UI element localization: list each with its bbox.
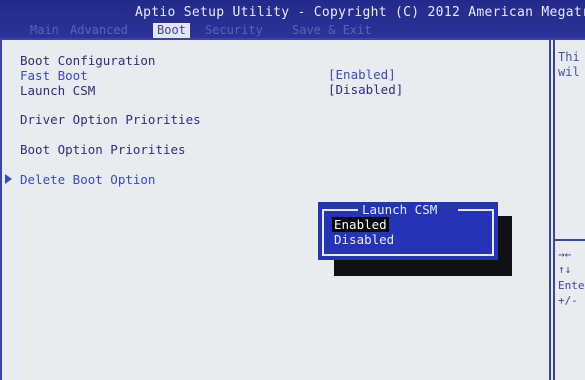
help-separator — [555, 239, 585, 241]
tab-save-exit[interactable]: Save & Exit — [292, 23, 371, 38]
delete-boot-option[interactable]: Delete Boot Option — [20, 172, 155, 187]
app-title: Aptio Setup Utility - Copyright (C) 2012… — [135, 5, 585, 20]
fast-boot-label[interactable]: Fast Boot — [20, 68, 88, 83]
pane-left-border — [0, 38, 2, 380]
tab-boot[interactable]: Boot — [153, 23, 190, 38]
boot-option-priorities[interactable]: Boot Option Priorities — [20, 142, 186, 157]
title-bar: Aptio Setup Utility - Copyright (C) 2012… — [0, 0, 585, 38]
section-title: Boot Configuration — [20, 53, 156, 68]
fast-boot-value[interactable]: [Enabled] — [328, 67, 396, 82]
popup-frame-top-left — [322, 209, 358, 211]
launch-csm-popup: Launch CSM Enabled Disabled — [318, 202, 498, 260]
help-text-line-1: Thi — [558, 50, 580, 64]
popup-option-disabled[interactable]: Disabled — [332, 232, 396, 247]
launch-csm-label[interactable]: Launch CSM — [20, 83, 95, 98]
driver-option-priorities[interactable]: Driver Option Priorities — [20, 112, 201, 127]
key-hint-select-screen: →← — [558, 248, 572, 261]
popup-option-enabled[interactable]: Enabled — [332, 217, 389, 232]
menu-tabs: Main Advanced Boot Security Save & Exit — [0, 23, 585, 38]
key-hint-select-item: ↑↓ — [558, 263, 572, 276]
popup-frame-top-right — [458, 209, 494, 211]
key-hint-change-opt: +/- — [558, 294, 578, 307]
submenu-arrow-icon — [5, 174, 12, 184]
pane-top-border — [0, 38, 585, 40]
help-text-line-2: wil — [558, 65, 580, 79]
tab-security[interactable]: Security — [205, 23, 263, 38]
help-pane-divider — [549, 38, 555, 380]
popup-title: Launch CSM — [362, 202, 438, 217]
tab-main[interactable]: Main — [30, 23, 59, 38]
key-hint-enter: Ente — [558, 279, 585, 292]
tab-advanced[interactable]: Advanced — [70, 23, 128, 38]
launch-csm-value[interactable]: [Disabled] — [328, 82, 403, 97]
